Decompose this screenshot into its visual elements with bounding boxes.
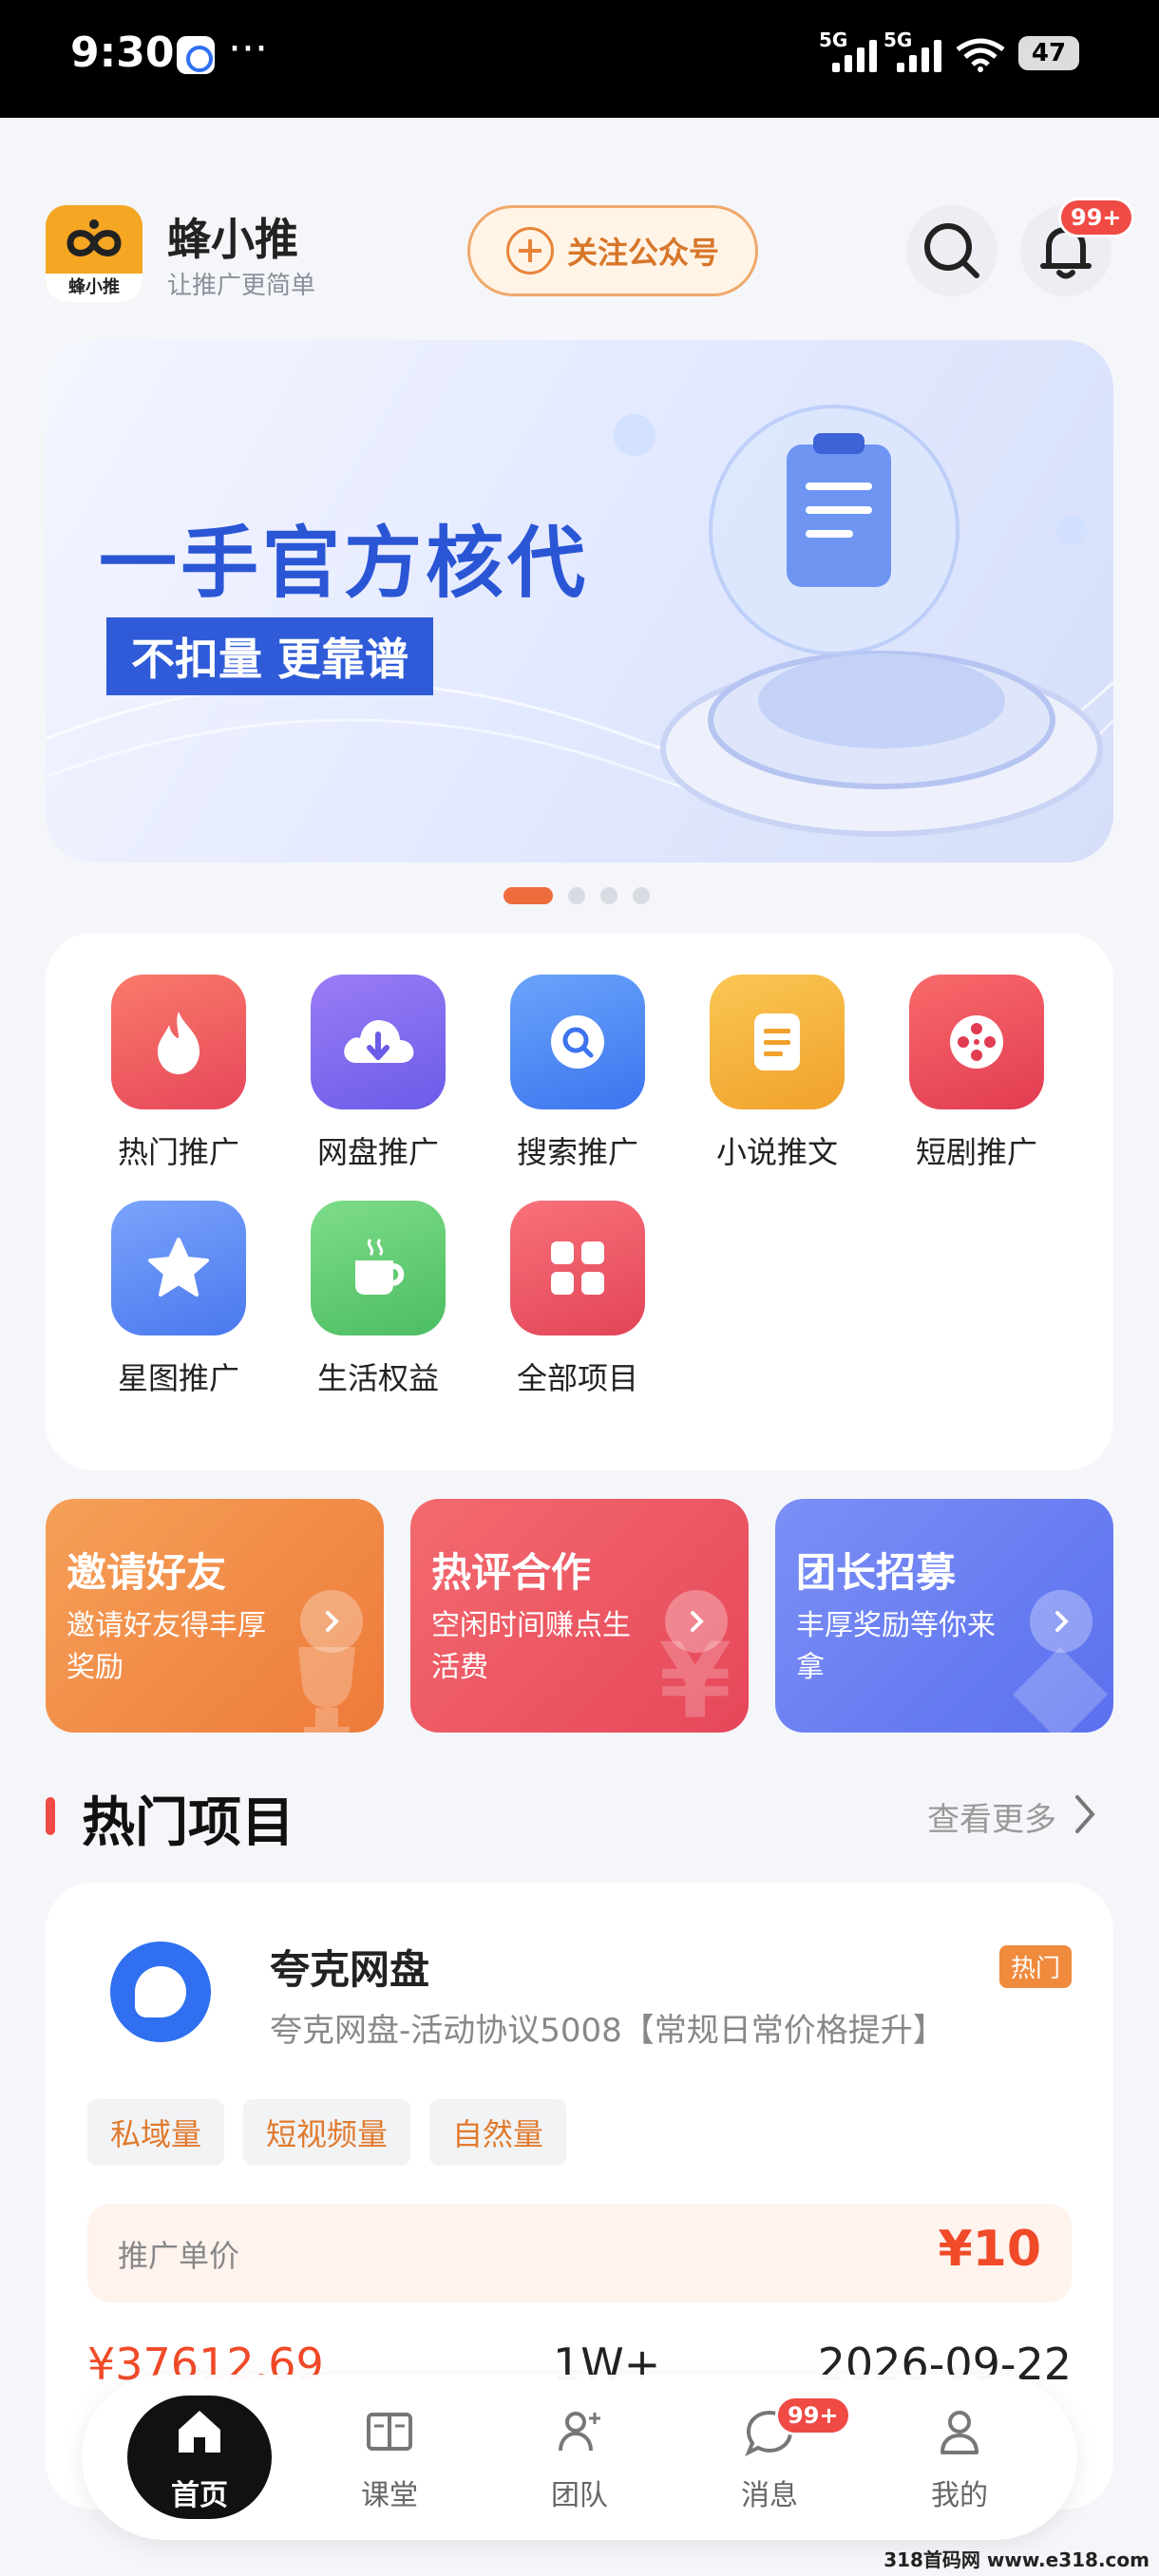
nav-home[interactable]: 首页	[127, 2396, 272, 2519]
grid-item-label: 全部项目	[516, 1360, 638, 1396]
pagination-dot-4[interactable]	[633, 887, 650, 904]
invite-friends-card[interactable]: 邀请好友 邀请好友得丰厚奖励	[46, 1499, 384, 1733]
grid-item-short-drama[interactable]: 短剧推广	[891, 975, 1062, 1172]
nav-label: 消息	[741, 2479, 798, 2512]
chevron-right-icon[interactable]	[1066, 1786, 1104, 1843]
project-name: 夸克网盘	[270, 1946, 430, 1993]
promo-title: 团长招募	[796, 1549, 957, 1596]
status-time: 9:30	[70, 28, 175, 77]
star-icon	[111, 1201, 246, 1335]
notification-button[interactable]: 99+	[1020, 198, 1134, 296]
grid-icon	[510, 1201, 645, 1335]
bee-logo-icon	[66, 219, 122, 256]
grid-item-search-promotion[interactable]: 搜索推广	[492, 975, 663, 1172]
hot-badge: 热门	[998, 1945, 1072, 1988]
promo-title: 热评合作	[431, 1549, 592, 1596]
price-value: ¥10	[938, 2221, 1041, 2278]
user-icon	[940, 2411, 978, 2454]
book-icon	[367, 2413, 412, 2451]
nav-label: 课堂	[361, 2479, 418, 2512]
grid-item-label: 热门推广	[117, 1134, 239, 1170]
pagination-dot-1[interactable]	[504, 887, 553, 904]
nav-label: 首页	[171, 2479, 228, 2512]
nav-team[interactable]: 团队	[507, 2396, 652, 2519]
signal-bars-1-icon	[832, 36, 877, 72]
watermark: 318首码网 www.e318.com	[884, 2548, 1150, 2571]
follow-official-account-button[interactable]: 关注公众号	[467, 205, 758, 296]
battery-indicator: 47	[1018, 36, 1079, 70]
grid-item-label: 短剧推广	[915, 1134, 1037, 1170]
section-accent-bar	[46, 1797, 55, 1835]
baidu-app-icon	[177, 36, 215, 74]
grid-item-all-projects[interactable]: 全部项目	[492, 1201, 663, 1398]
grid-item-label: 小说推文	[715, 1134, 838, 1170]
project-tag: 私域量	[87, 2099, 225, 2166]
project-tag: 自然量	[429, 2099, 567, 2166]
promo-banner[interactable]: 一手官方核代 不扣量 更靠谱	[46, 340, 1113, 862]
pagination-dot-3[interactable]	[600, 887, 618, 904]
nav-profile[interactable]: 我的	[887, 2396, 1032, 2519]
grid-item-label: 星图推广	[117, 1360, 239, 1396]
plus-circle-icon	[505, 227, 554, 275]
nav-label: 团队	[551, 2479, 608, 2512]
notification-badge: 99+	[1058, 198, 1134, 237]
price-label: 推广单价	[118, 2238, 240, 2274]
grid-item-cloud-disk[interactable]: 网盘推广	[293, 975, 464, 1172]
project-tag: 短视频量	[243, 2099, 411, 2166]
promo-desc: 空闲时间赚点生活费	[431, 1609, 631, 1684]
view-more-link[interactable]: 查看更多	[927, 1793, 1056, 1840]
grid-item-life-benefits[interactable]: 生活权益	[293, 1201, 464, 1398]
category-grid: 热门推广 网盘推广 搜索推广 小说推文 短剧推广 星图推广 生活权益 全部项目	[46, 933, 1113, 1470]
grid-item-novel[interactable]: 小说推文	[692, 975, 863, 1172]
more-notifications-icon: ···	[228, 25, 268, 73]
chevron-right-icon	[300, 1590, 363, 1653]
home-icon	[179, 2411, 220, 2453]
promo-desc: 丰厚奖励等你来拿	[796, 1609, 996, 1684]
bottom-navigation: 首页 课堂 团队 99+ 消息 我的	[82, 2375, 1077, 2540]
app-name: 蜂小推	[167, 214, 298, 265]
app-logo: 蜂小推	[46, 205, 142, 302]
promo-title: 邀请好友	[66, 1549, 227, 1596]
logo-text: 蜂小推	[46, 274, 142, 302]
chevron-right-icon	[1030, 1590, 1092, 1653]
nav-classroom[interactable]: 课堂	[317, 2396, 462, 2519]
messages-badge: 99+	[775, 2396, 851, 2435]
team-leader-card[interactable]: 团长招募 丰厚奖励等你来拿	[775, 1499, 1113, 1733]
signal-bars-2-icon	[897, 36, 941, 72]
fire-icon	[111, 975, 246, 1109]
wifi-icon	[956, 38, 1005, 72]
grid-item-hot-promotion[interactable]: 热门推广	[93, 975, 264, 1172]
search-icon	[510, 975, 645, 1109]
status-bar: 9:30 ··· 5G 5G 47	[0, 0, 1159, 118]
section-title: 热门项目	[82, 1792, 294, 1854]
banner-tagline: 不扣量 更靠谱	[106, 617, 434, 695]
search-button[interactable]	[906, 205, 998, 296]
grid-item-star-map[interactable]: 星图推广	[93, 1201, 264, 1398]
promo-desc: 邀请好友得丰厚奖励	[66, 1609, 266, 1684]
price-row: 推广单价 ¥10	[87, 2204, 1072, 2302]
banner-pagination	[504, 887, 650, 904]
grid-item-label: 生活权益	[316, 1360, 439, 1396]
cloud-download-icon	[311, 975, 446, 1109]
add-user-icon	[559, 2412, 600, 2452]
app-header: 蜂小推 蜂小推 让推广更简单 关注公众号 99+	[0, 118, 1159, 327]
chevron-right-icon	[665, 1590, 728, 1653]
grid-item-label: 网盘推广	[316, 1134, 439, 1170]
project-tags: 私域量 短视频量 自然量	[87, 2099, 567, 2166]
banner-title: 一手官方核代	[99, 519, 590, 609]
hot-projects-header: 热门项目 查看更多	[46, 1780, 1113, 1854]
film-reel-icon	[909, 975, 1044, 1109]
app-subtitle: 让推广更简单	[167, 272, 316, 300]
document-icon	[710, 975, 845, 1109]
grid-item-label: 搜索推广	[516, 1134, 638, 1170]
pagination-dot-2[interactable]	[568, 887, 585, 904]
nav-messages[interactable]: 99+ 消息	[697, 2396, 851, 2519]
search-icon	[924, 223, 979, 278]
quark-logo-icon	[110, 1941, 211, 2042]
project-desc: 夸克网盘-活动协议5008【常规日常价格提升】	[270, 2012, 945, 2050]
follow-button-label: 关注公众号	[566, 235, 719, 271]
cup-icon	[311, 1201, 446, 1335]
nav-label: 我的	[931, 2479, 988, 2512]
hot-review-card[interactable]: ¥ 热评合作 空闲时间赚点生活费	[410, 1499, 749, 1733]
